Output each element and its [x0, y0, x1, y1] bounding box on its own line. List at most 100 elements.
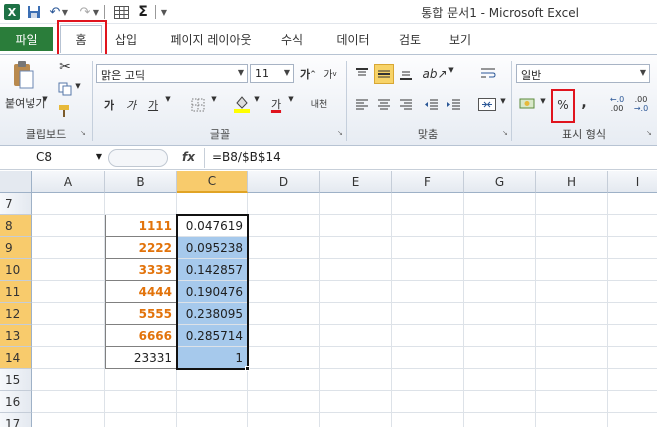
cell-h13[interactable] — [536, 325, 608, 347]
row-header-17[interactable]: 17 — [0, 413, 32, 427]
cell-d9[interactable] — [248, 237, 320, 259]
cell-c17[interactable] — [177, 413, 248, 427]
cell-f14[interactable] — [392, 347, 464, 369]
cell-d8[interactable] — [248, 215, 320, 237]
cell-e9[interactable] — [320, 237, 392, 259]
column-header-e[interactable]: E — [320, 171, 392, 193]
cell-a14[interactable] — [32, 347, 105, 369]
undo-dropdown-icon[interactable]: ▼ — [60, 3, 70, 21]
fill-color-icon[interactable] — [232, 93, 252, 114]
cell-b11[interactable]: 4444 — [105, 281, 177, 303]
align-middle-icon[interactable] — [374, 64, 394, 84]
cell-i10[interactable] — [608, 259, 657, 281]
cell-b15[interactable] — [105, 369, 177, 391]
merge-center-icon[interactable] — [476, 95, 498, 114]
cell-g17[interactable] — [464, 413, 536, 427]
cell-d13[interactable] — [248, 325, 320, 347]
currency-icon[interactable] — [518, 94, 538, 114]
cell-e16[interactable] — [320, 391, 392, 413]
underline-dropdown-icon[interactable]: ▼ — [164, 95, 172, 103]
grow-font-icon[interactable]: 가 ^ — [298, 64, 318, 83]
cell-d14[interactable] — [248, 347, 320, 369]
cell-f11[interactable] — [392, 281, 464, 303]
redo-dropdown-icon[interactable]: ▼ — [91, 3, 101, 21]
cell-c15[interactable] — [177, 369, 248, 391]
column-header-d[interactable]: D — [248, 171, 320, 193]
cell-c16[interactable] — [177, 391, 248, 413]
cell-i11[interactable] — [608, 281, 657, 303]
cell-c13[interactable]: 0.285714 — [177, 325, 248, 347]
number-format-combo[interactable]: 일반 ▼ — [516, 64, 650, 83]
column-header-i[interactable]: I — [608, 171, 657, 193]
cell-b7[interactable] — [105, 193, 177, 215]
cell-f16[interactable] — [392, 391, 464, 413]
tab-insert[interactable]: 삽입 — [108, 27, 144, 51]
cell-g7[interactable] — [464, 193, 536, 215]
cell-a12[interactable] — [32, 303, 105, 325]
cell-i13[interactable] — [608, 325, 657, 347]
cell-i16[interactable] — [608, 391, 657, 413]
cell-a9[interactable] — [32, 237, 105, 259]
tab-review[interactable]: 검토 — [390, 27, 430, 51]
row-header-14[interactable]: 14 — [0, 347, 32, 369]
align-center-icon[interactable] — [374, 95, 394, 114]
column-header-c[interactable]: C — [177, 171, 248, 193]
column-header-h[interactable]: H — [536, 171, 608, 193]
paste-icon[interactable] — [10, 59, 36, 91]
cell-h11[interactable] — [536, 281, 608, 303]
font-launcher-icon[interactable]: ↘ — [337, 129, 343, 137]
wrap-text-icon[interactable] — [478, 64, 498, 84]
cell-e7[interactable] — [320, 193, 392, 215]
cell-h12[interactable] — [536, 303, 608, 325]
cell-c10[interactable]: 0.142857 — [177, 259, 248, 281]
cell-i17[interactable] — [608, 413, 657, 427]
phonetic-button[interactable]: 내천 — [305, 93, 333, 114]
align-left-icon[interactable] — [352, 95, 372, 114]
cell-a11[interactable] — [32, 281, 105, 303]
tab-formulas[interactable]: 수식 — [272, 27, 312, 51]
cell-e10[interactable] — [320, 259, 392, 281]
clipboard-launcher-icon[interactable]: ↘ — [80, 129, 86, 137]
table-icon[interactable] — [112, 3, 130, 21]
name-box[interactable]: C8 ▼ — [0, 148, 104, 168]
cell-g8[interactable] — [464, 215, 536, 237]
cell-c14[interactable]: 1 — [177, 347, 248, 369]
row-header-16[interactable]: 16 — [0, 391, 32, 413]
decrease-decimal-icon[interactable]: .00 →.0 — [630, 93, 652, 115]
cell-d11[interactable] — [248, 281, 320, 303]
cell-i8[interactable] — [608, 215, 657, 237]
cell-i14[interactable] — [608, 347, 657, 369]
cell-b9[interactable]: 2222 — [105, 237, 177, 259]
cell-e8[interactable] — [320, 215, 392, 237]
cell-f15[interactable] — [392, 369, 464, 391]
cell-a10[interactable] — [32, 259, 105, 281]
cell-d12[interactable] — [248, 303, 320, 325]
cell-f12[interactable] — [392, 303, 464, 325]
cell-a8[interactable] — [32, 215, 105, 237]
shrink-font-icon[interactable]: 가v — [320, 64, 340, 83]
column-header-f[interactable]: F — [392, 171, 464, 193]
comma-button[interactable]: , — [576, 93, 592, 112]
cell-f8[interactable] — [392, 215, 464, 237]
align-bottom-icon[interactable] — [396, 64, 416, 84]
cell-b14[interactable]: 23331 — [105, 347, 177, 369]
currency-dropdown-icon[interactable]: ▼ — [539, 97, 547, 105]
row-header-11[interactable]: 11 — [0, 281, 32, 303]
cell-h9[interactable] — [536, 237, 608, 259]
italic-button[interactable]: 가 — [122, 95, 140, 114]
row-header-15[interactable]: 15 — [0, 369, 32, 391]
paste-dropdown-icon[interactable]: ▼ — [40, 95, 50, 103]
row-header-12[interactable]: 12 — [0, 303, 32, 325]
formula-input[interactable]: =B8/$B$14 — [212, 150, 281, 164]
underline-button[interactable]: 가 — [144, 95, 162, 114]
row-header-8[interactable]: 8 — [0, 215, 32, 237]
cell-h7[interactable] — [536, 193, 608, 215]
cell-g9[interactable] — [464, 237, 536, 259]
tab-view[interactable]: 보기 — [442, 27, 478, 51]
cell-c7[interactable] — [177, 193, 248, 215]
cell-a13[interactable] — [32, 325, 105, 347]
cell-e13[interactable] — [320, 325, 392, 347]
cell-a15[interactable] — [32, 369, 105, 391]
cell-c9[interactable]: 0.095238 — [177, 237, 248, 259]
cell-h15[interactable] — [536, 369, 608, 391]
